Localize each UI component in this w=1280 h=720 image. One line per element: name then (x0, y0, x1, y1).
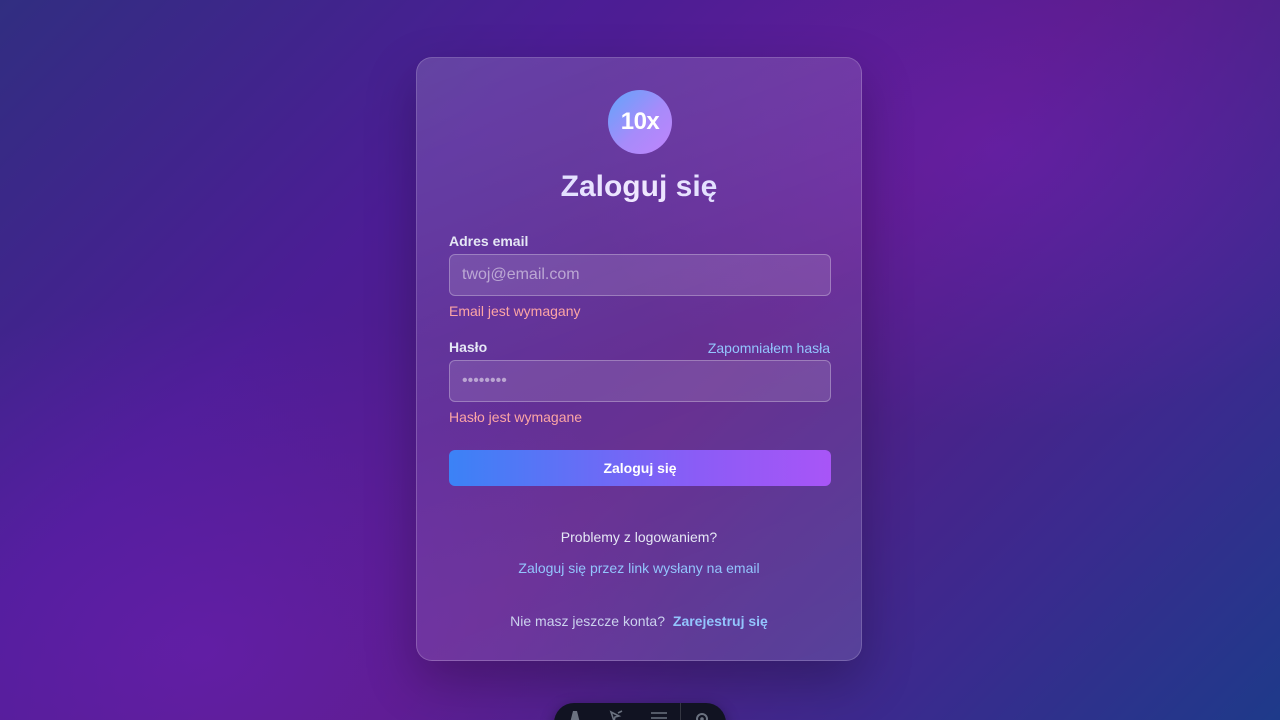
password-label: Hasło (449, 339, 488, 355)
login-card: 10x Zaloguj się Adres email Email jest w… (416, 57, 862, 661)
logo-text: 10x (620, 108, 660, 135)
signup-link[interactable]: Zarejestruj się (673, 613, 768, 629)
problems-text: Problemy z logowaniem? (560, 529, 718, 545)
no-account-text: Nie masz jeszcze konta? (510, 613, 665, 629)
page-title: Zaloguj się (417, 170, 861, 204)
settings-icon[interactable] (681, 710, 723, 720)
audit-icon[interactable] (638, 710, 680, 720)
forgot-password-link[interactable]: Zapomniałem hasła (708, 340, 830, 356)
signup-row: Nie masz jeszcze konta? Zarejestruj się (417, 613, 861, 629)
password-error: Hasło jest wymagane (449, 409, 583, 425)
email-error: Email jest wymagany (449, 303, 581, 319)
password-field[interactable] (449, 360, 831, 402)
astro-icon[interactable] (554, 710, 596, 720)
email-label: Adres email (449, 233, 529, 249)
magic-link-login[interactable]: Zaloguj się przez link wysłany na email (518, 560, 759, 576)
inspect-icon[interactable] (596, 710, 638, 720)
login-button[interactable]: Zaloguj się (449, 450, 831, 486)
dev-toolbar (554, 703, 726, 720)
brand-logo: 10x (608, 90, 672, 154)
email-field[interactable] (449, 254, 831, 296)
